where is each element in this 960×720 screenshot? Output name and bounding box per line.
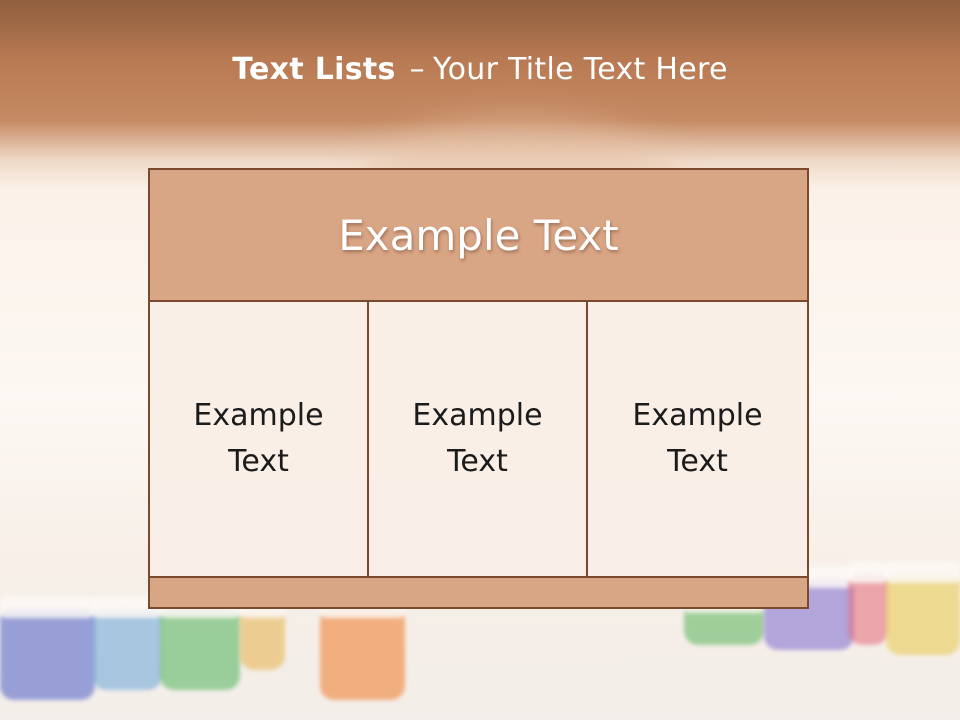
paint-jar-green: [160, 596, 240, 690]
column-3-text: Example Text: [632, 398, 763, 479]
table-column-1: Example Text: [148, 300, 369, 578]
slide-title: Text Lists – Your Title Text Here: [0, 52, 960, 87]
title-text: Your Title Text Here: [432, 52, 728, 87]
table-header-cell: Example Text: [148, 168, 809, 302]
title-dash: –: [409, 52, 425, 87]
paint-jar-orange: [320, 596, 405, 700]
paint-jar-lightblue: [92, 596, 162, 690]
paint-jar-yellow: [240, 596, 285, 670]
table-column-2: Example Text: [367, 300, 588, 578]
text-list-table: Example Text Example Text Example Text E…: [148, 168, 809, 609]
title-bold: Text Lists: [232, 52, 396, 87]
paint-jar-blue: [0, 596, 95, 700]
paint-jar-pink: [848, 561, 888, 645]
paint-jar-green-right: [684, 591, 764, 645]
column-1-text: Example Text: [193, 398, 324, 479]
table-footer-bar: [148, 576, 809, 609]
column-2-text: Example Text: [412, 398, 543, 479]
table-column-3: Example Text: [586, 300, 809, 578]
table-header-text: Example Text: [338, 210, 619, 260]
paint-jar-yellow-right: [886, 561, 960, 655]
